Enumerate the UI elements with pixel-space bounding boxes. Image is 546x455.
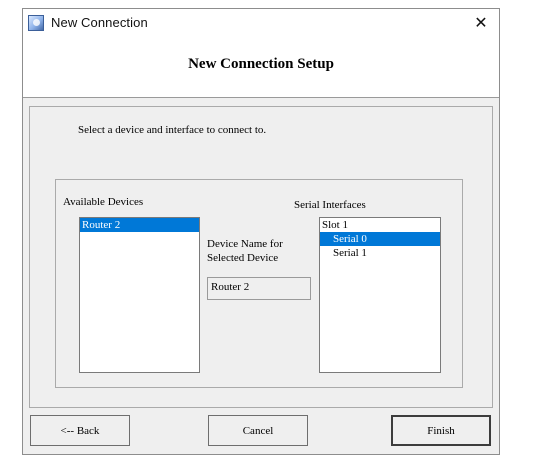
device-name-field: Router 2 <box>207 277 311 300</box>
back-button[interactable]: <-- Back <box>30 415 130 446</box>
cancel-button[interactable]: Cancel <box>208 415 308 446</box>
available-devices-list[interactable]: Router 2 <box>79 217 200 373</box>
device-name-label-line1: Device Name for <box>207 238 283 250</box>
list-item[interactable]: Serial 1 <box>320 246 440 260</box>
available-devices-label: Available Devices <box>63 196 144 208</box>
dialog-header: New Connection Setup <box>23 36 499 98</box>
new-connection-dialog: New Connection ✕ New Connection Setup Se… <box>22 8 500 455</box>
device-interface-group: Available Devices Router 2 Device Name f… <box>55 179 463 388</box>
page-title: New Connection Setup <box>188 56 334 72</box>
instruction-text: Select a device and interface to connect… <box>78 124 267 136</box>
device-name-label: Device Name for Selected Device <box>207 238 283 264</box>
app-icon <box>28 14 44 31</box>
close-icon[interactable]: ✕ <box>469 11 493 33</box>
device-name-label-line2: Selected Device <box>207 252 279 264</box>
finish-button[interactable]: Finish <box>391 415 491 446</box>
window-title: New Connection <box>51 15 148 30</box>
list-item[interactable]: Slot 1 <box>320 218 440 232</box>
list-item[interactable]: Router 2 <box>80 218 199 232</box>
serial-interfaces-label: Serial Interfaces <box>294 199 366 211</box>
title-bar[interactable]: New Connection ✕ <box>23 9 499 36</box>
serial-interfaces-list[interactable]: Slot 1 Serial 0 Serial 1 <box>319 217 441 373</box>
list-item[interactable]: Serial 0 <box>320 232 440 246</box>
setup-panel: Select a device and interface to connect… <box>29 106 493 408</box>
